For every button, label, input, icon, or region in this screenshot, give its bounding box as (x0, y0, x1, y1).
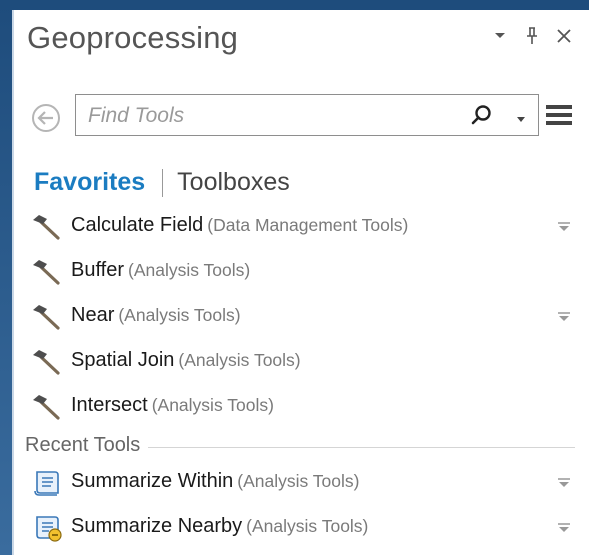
options-arrow-icon (558, 222, 570, 231)
recent-tools-label: Recent Tools (25, 433, 141, 456)
script-tool-icon (31, 469, 65, 497)
search-button[interactable] (470, 104, 492, 126)
chevron-down-icon (495, 33, 505, 38)
tool-name: Spatial Join (71, 349, 175, 371)
hamburger-menu-icon (546, 105, 572, 125)
pane-controls (491, 24, 573, 48)
hammer-icon (31, 303, 65, 331)
tab-toolboxes[interactable]: Toolboxes (177, 168, 290, 197)
favorites-list: Calculate Field (Data Management Tools) B… (14, 204, 589, 429)
options-arrow-icon (558, 523, 570, 532)
window-frame: Geoprocessing Find Tools Favorites Toolb… (0, 0, 589, 555)
pin-icon (527, 27, 537, 44)
section-divider (148, 446, 575, 448)
tool-name: Buffer (71, 259, 124, 281)
tool-name: Summarize Nearby (71, 515, 243, 537)
tool-source: (Analysis Tools) (151, 395, 274, 415)
tool-options-button[interactable] (557, 310, 571, 322)
close-button[interactable] (555, 24, 573, 48)
chevron-down-icon (517, 117, 525, 122)
find-tools-input[interactable] (86, 95, 460, 137)
favorite-tool-row[interactable]: Intersect (Analysis Tools) (14, 384, 589, 429)
tab-separator (162, 168, 164, 197)
recent-tools-list: Summarize Within (Analysis Tools) Summari… (14, 460, 589, 550)
pane-title: Geoprocessing (27, 20, 239, 55)
hammer-icon (31, 258, 65, 286)
close-icon (557, 29, 571, 43)
search-icon (471, 105, 491, 125)
tool-options-button[interactable] (557, 521, 571, 533)
favorite-tool-row[interactable]: Spatial Join (Analysis Tools) (14, 339, 589, 384)
recent-tool-row[interactable]: Summarize Nearby (Analysis Tools) (14, 505, 589, 550)
hammer-icon (31, 348, 65, 376)
tool-source: (Analysis Tools) (118, 305, 241, 325)
favorite-tool-row[interactable]: Buffer (Analysis Tools) (14, 249, 589, 294)
search-options-dropdown[interactable] (516, 111, 526, 122)
tool-source: (Data Management Tools) (207, 215, 409, 235)
tab-bar: Favorites Toolboxes (34, 168, 290, 197)
tool-name: Summarize Within (71, 470, 234, 492)
recent-tool-row[interactable]: Summarize Within (Analysis Tools) (14, 460, 589, 505)
tool-options-button[interactable] (557, 476, 571, 488)
favorite-tool-row[interactable]: Near (Analysis Tools) (14, 294, 589, 339)
hammer-icon (31, 213, 65, 241)
tool-source: (Analysis Tools) (128, 260, 251, 280)
favorite-tool-row[interactable]: Calculate Field (Data Management Tools) (14, 204, 589, 249)
script-tool-badge-icon (31, 514, 65, 542)
tool-name: Calculate Field (71, 214, 204, 236)
recent-tools-header: Recent Tools (25, 432, 575, 458)
back-button[interactable] (31, 103, 61, 133)
tool-options-button[interactable] (557, 220, 571, 232)
tab-favorites[interactable]: Favorites (34, 168, 145, 197)
tool-name: Near (71, 304, 115, 326)
pin-button[interactable] (523, 24, 541, 48)
pane-options-dropdown[interactable] (491, 24, 509, 48)
find-tools-box (75, 94, 539, 137)
options-arrow-icon (558, 312, 570, 321)
pane-menu-button[interactable] (545, 103, 573, 127)
tool-name: Intersect (71, 394, 148, 416)
back-arrow-icon (32, 104, 60, 132)
tool-source: (Analysis Tools) (246, 516, 369, 536)
tool-source: (Analysis Tools) (237, 471, 360, 491)
geoprocessing-pane: Geoprocessing Find Tools Favorites Toolb… (14, 10, 589, 555)
tool-source: (Analysis Tools) (178, 350, 301, 370)
options-arrow-icon (558, 478, 570, 487)
hammer-icon (31, 393, 65, 421)
